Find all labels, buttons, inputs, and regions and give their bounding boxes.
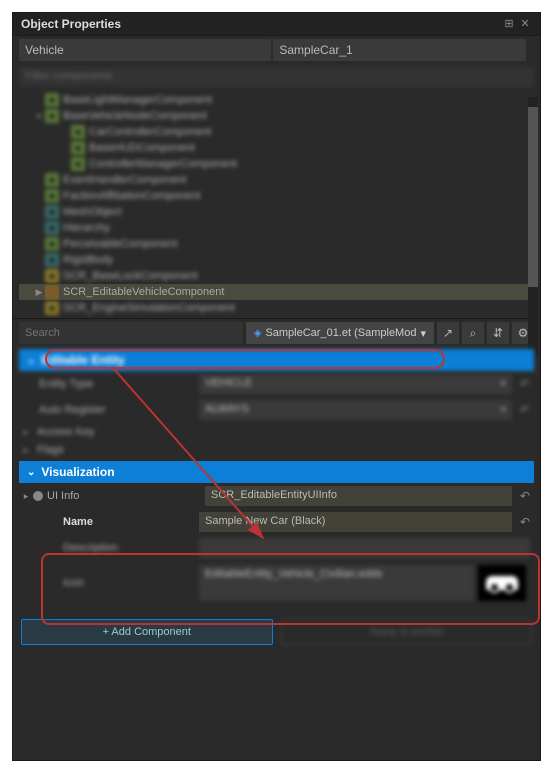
component-tree[interactable]: ■BaseLightManagerComponent▾■BaseVehicleN… (13, 90, 540, 318)
filter-components-input[interactable]: Filter components (19, 67, 534, 87)
bottom-buttons: + Add Component Apply to prefab (13, 611, 540, 653)
property-row: ▸Flags (19, 441, 534, 459)
property-row: ▸Access Key (19, 423, 534, 441)
tree-item[interactable]: ▶SCR_EditableVehicleComponent (19, 284, 534, 300)
search-input[interactable] (19, 322, 243, 344)
tree-item[interactable]: ■SCR_EngineSimulationComponent (19, 300, 534, 316)
tree-item[interactable]: ■CarControllerComponent (19, 124, 534, 140)
tree-item[interactable]: ■EventHandlerComponent (19, 172, 534, 188)
tree-item[interactable]: ■ControllerManagerComponent (19, 156, 534, 172)
ui-info-value[interactable]: SCR_EditableEntityUIInfo (205, 486, 512, 506)
entity-name-field[interactable]: SampleCar_1 (273, 39, 525, 61)
car-icon (486, 576, 518, 590)
asset-pill[interactable]: ◈ SampleCar_01.et (SampleMod ▾ (246, 322, 434, 344)
tree-item[interactable]: ▾■BaseVehicleNodeComponent (19, 108, 534, 124)
dock-icon[interactable]: ⊞ (502, 17, 516, 31)
search-toolbar: ◈ SampleCar_01.et (SampleMod ▾ ↗ ⌕ ⇵ ⚙ (13, 318, 540, 347)
reset-icon[interactable]: ↶ (516, 489, 534, 503)
description-label: Description (19, 542, 199, 554)
name-row: Name Sample New Car (Black) ↶ (19, 509, 534, 535)
panel-title: Object Properties (21, 17, 502, 31)
bullet-icon (33, 491, 43, 501)
tree-item[interactable]: ■SCR_BaseLockComponent (19, 268, 534, 284)
hierarchy-icon[interactable]: ⇵ (487, 322, 509, 344)
ui-info-row: ▸ UI Info SCR_EditableEntityUIInfo ↶ (19, 483, 534, 509)
visualization-section: ⌄ Visualization ▸ UI Info SCR_EditableEn… (19, 461, 534, 605)
close-icon[interactable]: ✕ (518, 17, 532, 31)
panel-header: Object Properties ⊞ ✕ (13, 13, 540, 36)
reset-icon[interactable]: ↶ (516, 515, 534, 529)
entity-row: Vehicle SampleCar_1 (13, 36, 540, 64)
icon-preview (478, 565, 526, 601)
chevron-down-icon: ⌄ (27, 467, 35, 478)
ui-info-label: UI Info (47, 490, 205, 502)
tree-item[interactable]: ■FactionAffiliationComponent (19, 188, 534, 204)
property-row: Entity TypeVEHICLE↶ (19, 371, 534, 397)
description-value[interactable] (199, 538, 530, 558)
open-external-icon[interactable]: ↗ (437, 322, 459, 344)
asset-name: SampleCar_01.et (SampleMod (265, 327, 416, 339)
tree-item[interactable]: ■BaseLightManagerComponent (19, 92, 534, 108)
search-icon[interactable]: ⌕ (462, 322, 484, 344)
tree-item[interactable]: ■MeshObject (19, 204, 534, 220)
add-component-button[interactable]: + Add Component (21, 619, 273, 645)
tree-item[interactable]: ■RigidBody (19, 252, 534, 268)
icon-row: Icon EditableEntity_Vehicle_Civilian.edd… (19, 561, 534, 605)
chevron-down-icon: ▾ (420, 327, 426, 340)
tree-scrollbar[interactable] (528, 97, 538, 357)
apply-prefab-button: Apply to prefab (281, 619, 533, 645)
cube-icon: ◈ (254, 328, 262, 339)
tree-item[interactable]: ■Hierarchy (19, 220, 534, 236)
name-value[interactable]: Sample New Car (Black) (199, 512, 512, 532)
chevron-down-icon: ⌄ (27, 355, 35, 366)
icon-label: Icon (19, 577, 199, 589)
editable-entity-header[interactable]: ⌄ Editable Entity (19, 349, 534, 371)
entity-class-field[interactable]: Vehicle (19, 39, 271, 61)
description-row: Description (19, 535, 534, 561)
editable-entity-section: ⌄ Editable Entity Entity TypeVEHICLE↶Aut… (19, 349, 534, 459)
visualization-header[interactable]: ⌄ Visualization (19, 461, 534, 483)
name-label: Name (19, 516, 199, 528)
tree-item[interactable]: ■PerceivableComponent (19, 236, 534, 252)
object-properties-panel: Object Properties ⊞ ✕ Vehicle SampleCar_… (12, 12, 541, 761)
tree-item[interactable]: ■BaseHUDComponent (19, 140, 534, 156)
property-row: Auto RegisterALWAYS↶ (19, 397, 534, 423)
icon-path-value[interactable]: EditableEntity_Vehicle_Civilian.edds (199, 565, 474, 601)
expand-icon[interactable]: ▸ (19, 491, 33, 502)
